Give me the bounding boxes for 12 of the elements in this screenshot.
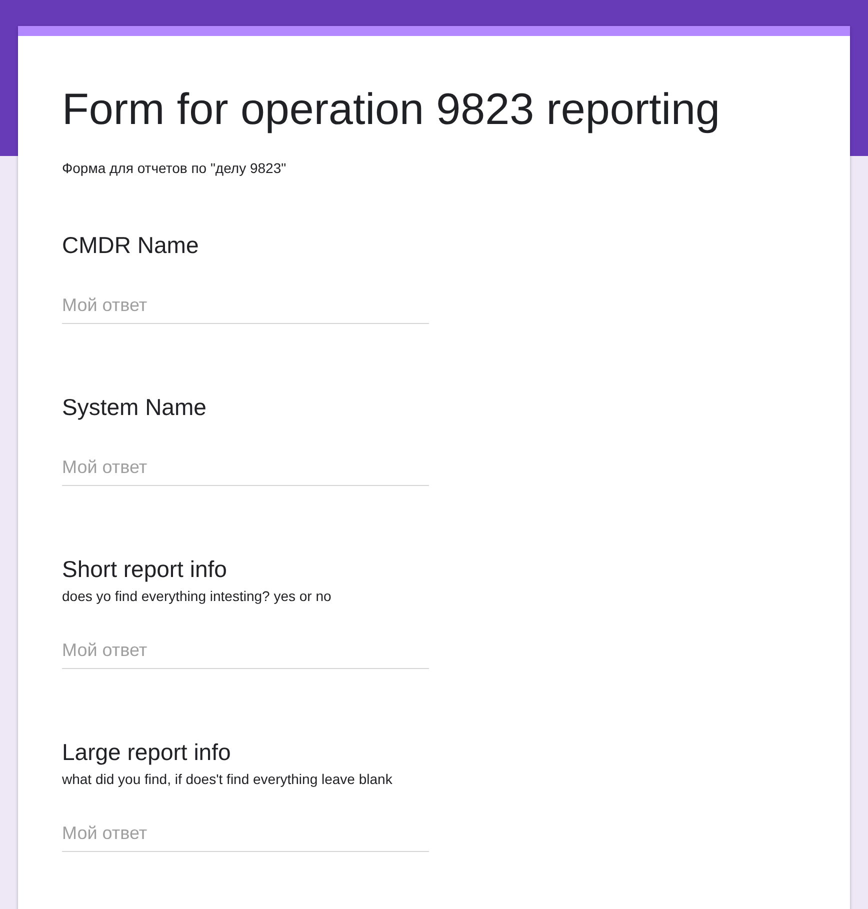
question-title: Large report info — [62, 738, 232, 767]
form-description: Форма для отчетов по "делу 9823" — [62, 159, 288, 178]
answer-field[interactable]: Мой ответ — [62, 450, 429, 486]
answer-field[interactable]: Мой ответ — [62, 816, 429, 852]
question-description: does yo find everything intesting? yes or no — [62, 587, 332, 606]
answer-field[interactable]: Мой ответ — [62, 633, 429, 669]
question-title: Short report info — [62, 555, 228, 584]
question-title: CMDR Name — [62, 231, 200, 260]
question-title: System Name — [62, 393, 208, 422]
form-title: Form for operation 9823 reporting — [62, 84, 721, 136]
answer-field[interactable]: Мой ответ — [62, 288, 429, 324]
question-description: what did you find, if does't find everything leave blank — [62, 770, 394, 789]
